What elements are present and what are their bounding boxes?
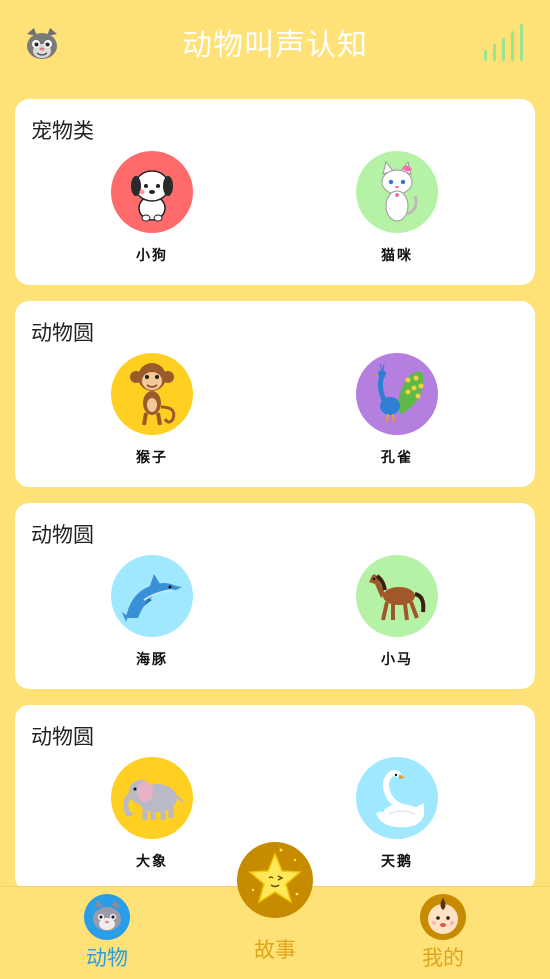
dog-icon — [111, 151, 193, 233]
tab-animals[interactable]: 动物 — [57, 894, 157, 972]
signal-bars-icon[interactable] — [482, 22, 530, 62]
tab-story-button[interactable] — [237, 842, 313, 918]
section-title: 宠物类 — [31, 119, 94, 143]
section-title: 动物圆 — [31, 523, 94, 547]
animal-label: 猫咪 — [381, 248, 413, 264]
cat-icon — [356, 151, 438, 233]
animal-label: 孔雀 — [381, 450, 413, 466]
section-title: 动物圆 — [31, 725, 94, 749]
animal-item-swan[interactable]: 天鹅 — [342, 757, 452, 877]
animal-label: 天鹅 — [381, 854, 413, 870]
animal-item-elephant[interactable]: 大象 — [97, 757, 207, 877]
swan-icon — [356, 757, 438, 839]
horse-icon — [356, 555, 438, 637]
animal-item-cat[interactable]: 猫咪 — [342, 151, 452, 271]
animal-label: 小马 — [381, 652, 413, 668]
animal-item-dolphin[interactable]: 海豚 — [97, 555, 207, 675]
animal-item-horse[interactable]: 小马 — [342, 555, 452, 675]
baby-face-icon — [420, 894, 466, 940]
section-card-pets: 宠物类 小狗 猫咪 — [15, 99, 535, 285]
top-bar: 动物叫声认知 — [0, 0, 550, 86]
cat-face-icon — [84, 894, 130, 940]
animal-label: 小狗 — [136, 248, 168, 264]
tab-story-label: 故事 — [254, 938, 296, 962]
dolphin-icon — [111, 555, 193, 637]
animal-label: 大象 — [136, 854, 168, 870]
elephant-icon — [111, 757, 193, 839]
page-title: 动物叫声认知 — [182, 28, 368, 63]
section-title: 动物圆 — [31, 321, 94, 345]
tab-mine[interactable]: 我的 — [393, 894, 493, 972]
tab-label: 动物 — [86, 946, 128, 970]
animal-item-peacock[interactable]: 孔雀 — [342, 353, 452, 473]
star-icon — [248, 848, 302, 904]
monkey-icon — [111, 353, 193, 435]
animal-item-dog[interactable]: 小狗 — [97, 151, 207, 271]
animal-label: 海豚 — [136, 652, 168, 668]
section-card-zoo-2: 动物圆 海豚 小马 — [15, 503, 535, 689]
peacock-icon — [356, 353, 438, 435]
tab-label: 我的 — [422, 946, 464, 970]
animal-item-monkey[interactable]: 猴子 — [97, 353, 207, 473]
animal-label: 猴子 — [136, 450, 168, 466]
section-card-zoo-1: 动物圆 猴子 孔雀 — [15, 301, 535, 487]
